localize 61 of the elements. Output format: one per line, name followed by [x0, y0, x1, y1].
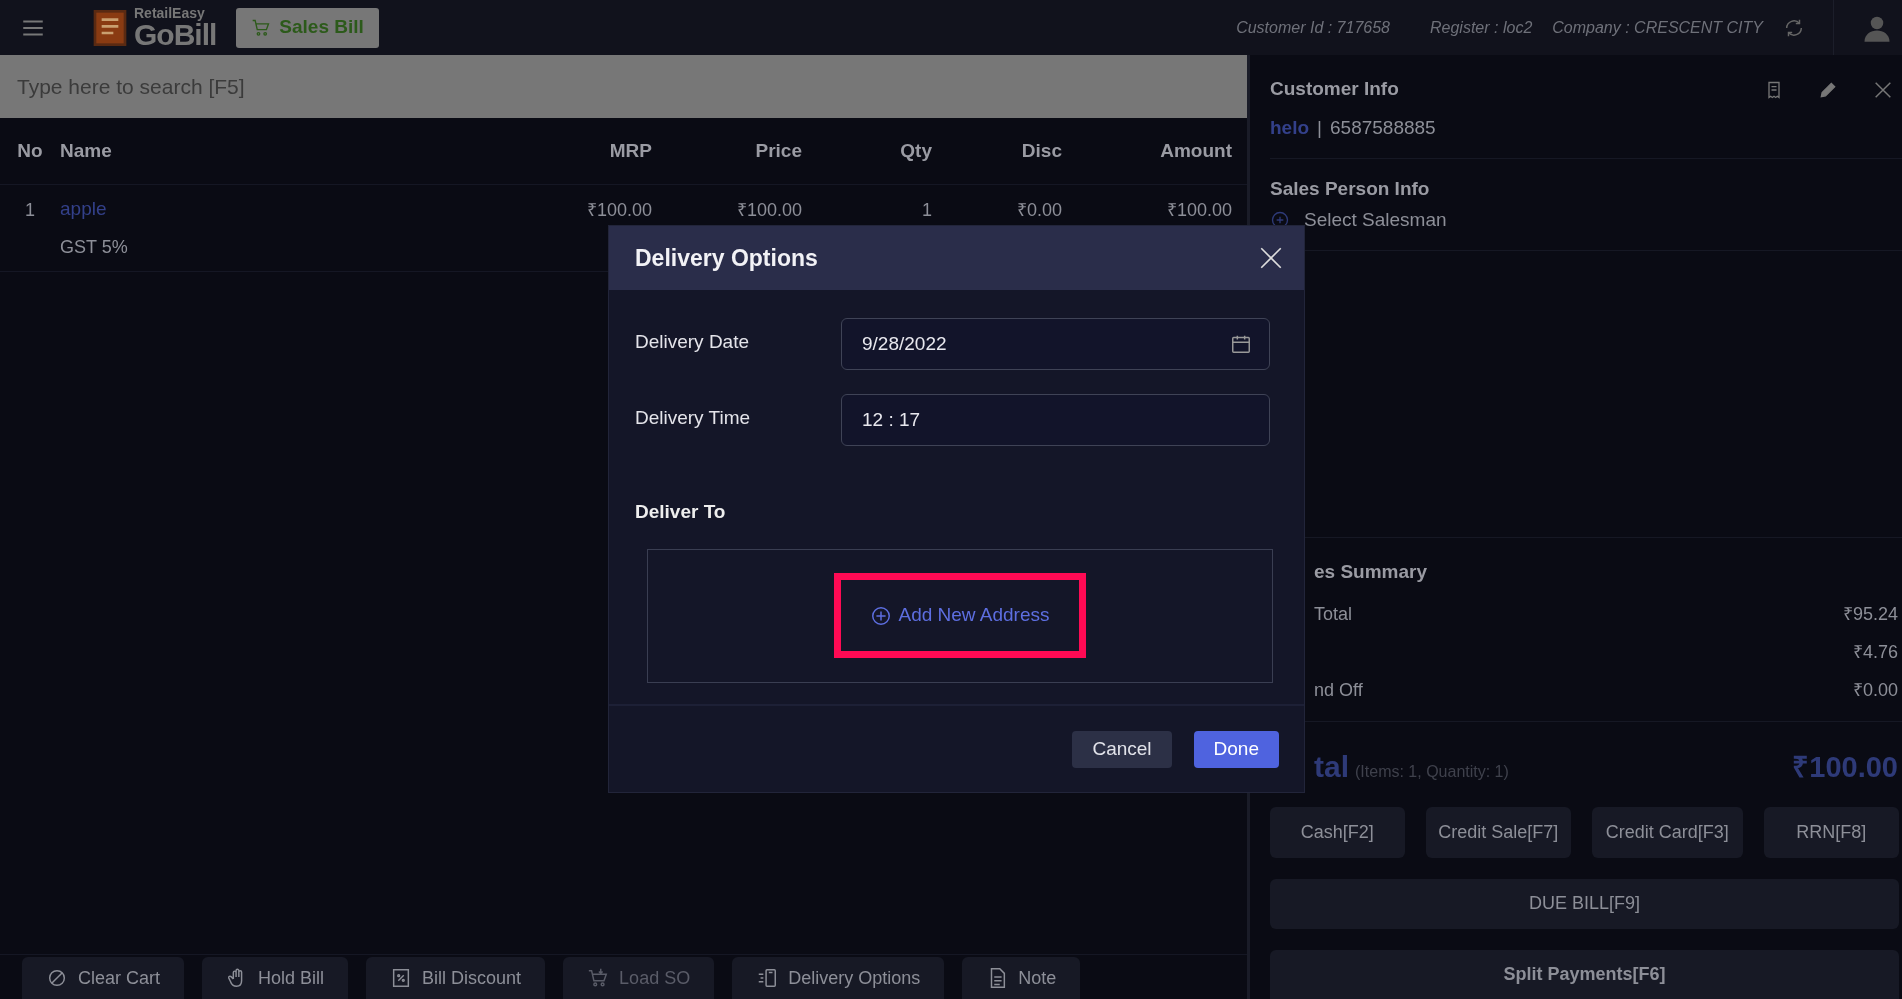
column-header: Disc	[1020, 138, 1062, 163]
section-title: es Summary	[1314, 560, 1428, 585]
ban-icon	[46, 967, 68, 989]
summary-value: ₹0.00	[1852, 678, 1898, 701]
calendar-icon[interactable]	[1230, 333, 1252, 355]
column-header: Qty	[899, 138, 932, 163]
customer-phone: 6587588885	[1330, 115, 1436, 140]
section-title: Customer Info	[1270, 77, 1399, 101]
action-button[interactable]: Note	[962, 957, 1081, 999]
summary-label: nd Off	[1314, 678, 1363, 701]
summary-label: Total	[1314, 602, 1353, 625]
due-bill-button[interactable]: DUE BILL[F9]	[1270, 879, 1899, 929]
list-icon	[756, 967, 779, 989]
payment-button[interactable]: Cash[F2]	[1270, 807, 1405, 859]
date-field[interactable]: 9/28/2022	[841, 318, 1270, 370]
total-amount: ₹100.00	[1792, 749, 1898, 785]
add-address-link[interactable]: Add New Address	[870, 601, 1050, 630]
tax-label: GST 5%	[60, 235, 128, 259]
row-number: 1	[24, 199, 36, 222]
table-cell-text: ₹100.00	[1165, 199, 1232, 222]
payment-button[interactable]: Credit Sale[F7]	[1425, 807, 1571, 859]
action-button[interactable]: Delivery Options	[732, 957, 945, 999]
close-icon[interactable]	[1258, 245, 1284, 271]
cart-icon	[587, 967, 610, 989]
split-payments-button[interactable]: Split Payments[F6]	[1270, 949, 1899, 999]
field-label: Delivery Date	[635, 329, 751, 354]
column-header: No	[16, 138, 44, 163]
total-detail: (Items: 1, Quantity: 1)	[1355, 761, 1509, 782]
time-field[interactable]: 12 : 17	[841, 394, 1270, 446]
done-button[interactable]: Done	[1193, 730, 1279, 768]
section-title: Deliver To	[635, 500, 727, 524]
search-field[interactable]: Type here to search [F5]	[0, 55, 1247, 118]
dialog-title: Delivery Options	[635, 243, 818, 273]
action-button[interactable]: Bill Discount	[366, 957, 546, 999]
action-button[interactable]: Clear Cart	[22, 957, 185, 999]
table-cell-text: ₹0.00	[1015, 199, 1062, 222]
customer-id-text: Customer Id : 717658	[1236, 17, 1390, 38]
cancel-button[interactable]: Cancel	[1072, 730, 1172, 768]
register-text: Register : loc2	[1430, 17, 1533, 38]
total-label: tal	[1314, 748, 1349, 785]
section-title: Sales Person Info	[1270, 177, 1431, 201]
logo-tagline: RetailEasy	[134, 5, 206, 20]
payment-button[interactable]: RRN[F8]	[1763, 807, 1899, 859]
table-cell-text: ₹100.00	[735, 199, 802, 222]
payment-button[interactable]: Credit Card[F3]	[1592, 807, 1743, 859]
summary-value: ₹4.76	[1852, 640, 1898, 663]
action-button[interactable]: Hold Bill	[202, 957, 349, 999]
plus-circle-icon	[870, 604, 893, 627]
cart-icon	[251, 17, 272, 38]
separator-text: |	[1317, 115, 1322, 140]
table-cell-text: ₹100.00	[585, 199, 652, 222]
field-label: Delivery Time	[635, 405, 752, 430]
summary-value: ₹95.24	[1842, 602, 1898, 625]
column-header: MRP	[608, 138, 652, 163]
pencil-icon[interactable]	[1818, 80, 1838, 100]
column-header: Amount	[1159, 138, 1232, 163]
company-text: Company : CRESCENT CITY	[1552, 17, 1763, 38]
table-cell-text: 1	[921, 199, 932, 222]
column-header: Name	[60, 138, 113, 163]
close-icon[interactable]	[1872, 79, 1894, 101]
column-header: Price	[754, 138, 802, 163]
